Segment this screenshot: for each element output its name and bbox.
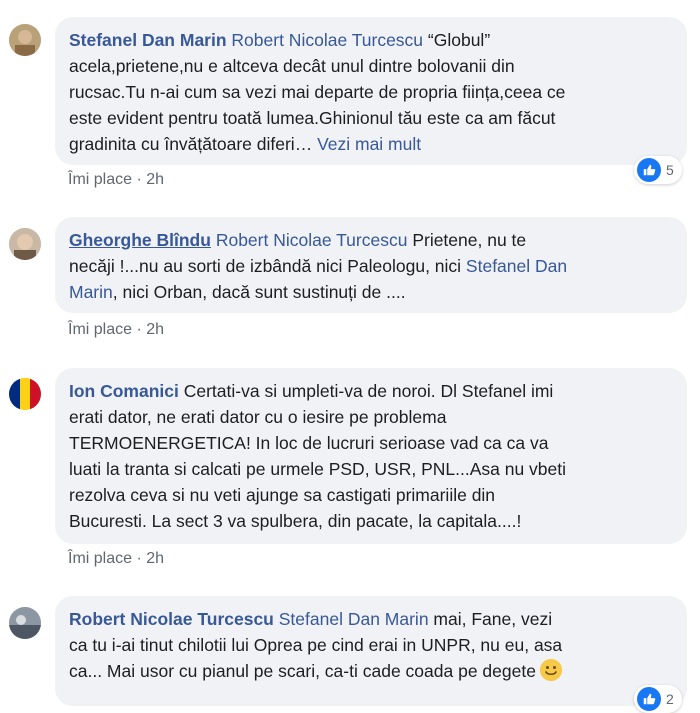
comment-actions: Îmi place · 2h [68,171,165,188]
comment-bubble: Robert Nicolae Turcescu Stefanel Dan Mar… [55,596,687,706]
comment-text: ca... Mai usor cu pianul pe scari, ca-ti… [69,661,536,681]
comment-author[interactable]: Gheorghe Blîndu [69,230,211,250]
timestamp[interactable]: 2h [146,171,164,188]
timestamp[interactable]: 2h [146,550,164,567]
like-link[interactable]: Îmi place [68,550,132,567]
comment-text: , nici Orban, dacă sunt sustinuți de ...… [112,282,406,302]
comment-actions: Îmi place · 2h [68,321,165,338]
comment-text: erati dator, ne erati dator cu o iesire … [69,407,447,427]
comment-text: rucsac.Tu n-ai cum sa vezi mai departe d… [69,82,566,102]
comment-author[interactable]: Robert Nicolae Turcescu [69,609,274,629]
comment-text: acela,prietene,nu e altceva decât unul d… [69,56,515,76]
see-more-link[interactable]: Vezi mai mult [317,134,421,154]
mention-link[interactable]: Robert Nicolae Turcescu [216,230,408,250]
comment-text: ca tu i-ai tinut chilotii lui Oprea pe c… [69,635,563,655]
romania-flag-avatar[interactable] [9,378,41,410]
comment-bubble: Ion Comanici Certati-va si umpleti-va de… [55,368,687,544]
comment-text: Prietene, nu te [407,230,527,250]
comment-text: rezolva ceva si nu veti ajunge sa castig… [69,485,496,505]
reaction-badge[interactable]: 5 [634,156,682,184]
comment-text: luati la tranta si calcati pe urmele PSD… [69,459,567,479]
avatar-stefanel[interactable] [9,24,41,56]
like-reaction-icon [637,158,661,182]
comment-author[interactable]: Stefanel Dan Marin [69,30,227,50]
comment-text: “Globul” [423,30,491,50]
reaction-badge[interactable]: 2 [634,685,682,713]
smile-emoji-icon [539,659,562,681]
mention-link[interactable]: Marin [69,282,113,302]
avatar-robert[interactable] [9,607,41,639]
comment-text: gradinita cu învățătoare diferi… [69,134,318,154]
comment-text: Certati-va si umpleti-va de noroi. Dl St… [178,381,554,401]
mention-link[interactable]: Robert Nicolae Turcescu [231,30,423,50]
comment-text: TERMOENERGETICA! In loc de lucruri serio… [69,433,549,453]
comment-text: Bucuresti. La sect 3 va spulbera, din pa… [69,511,522,531]
comment-bubble: Gheorghe Blîndu Robert Nicolae Turcescu … [55,217,687,313]
avatar-gheorghe[interactable] [9,228,41,260]
comment-text: necăji !...nu au sorti de izbândă nici P… [69,256,466,276]
comment-actions: Îmi place · 2h [68,550,165,567]
like-reaction-icon [637,687,661,711]
comment-author[interactable]: Ion Comanici [69,381,179,401]
reaction-count: 5 [666,162,674,178]
mention-link[interactable]: Stefanel Dan Marin [279,609,429,629]
timestamp[interactable]: 2h [146,321,164,338]
comment-text: mai, Fane, vezi [428,609,553,629]
like-link[interactable]: Îmi place [68,321,132,338]
mention-link[interactable]: Stefanel Dan [466,256,567,276]
like-link[interactable]: Îmi place [68,171,132,188]
comment-bubble: Stefanel Dan Marin Robert Nicolae Turces… [55,17,687,165]
comment-text: este evident pentru toată lumea.Ghinionu… [69,108,556,128]
reaction-count: 2 [666,691,674,707]
